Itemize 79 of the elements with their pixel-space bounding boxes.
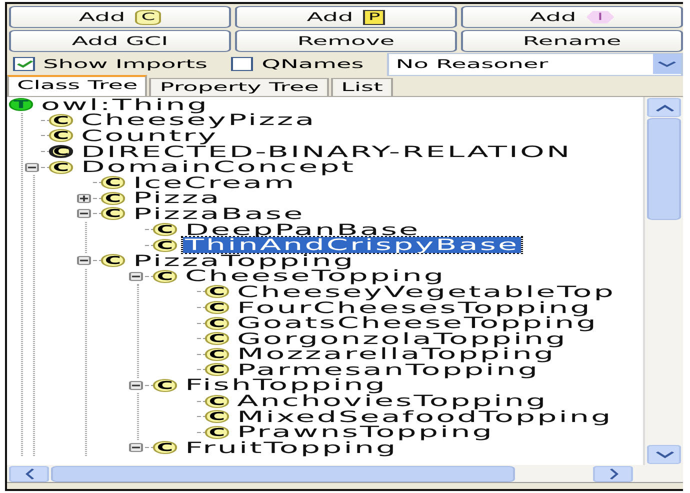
tab[interactable]: Class Tree	[7, 75, 148, 96]
tree-item[interactable]: AnchoviesTopping	[235, 393, 550, 410]
toolbar-button[interactable]: Remove	[235, 30, 457, 52]
class-icon: C	[153, 441, 177, 454]
class-icon: C	[205, 285, 229, 298]
class-icon: C	[153, 378, 177, 392]
tree-item[interactable]: MozzarellaTopping	[235, 346, 558, 362]
tree-item[interactable]: GoatsCheeseTopping	[235, 315, 600, 332]
class-icon: C	[205, 332, 229, 346]
tree-item[interactable]: PizzaTopping	[131, 252, 358, 269]
class-icon: C	[49, 114, 73, 127]
thing-icon: T	[9, 98, 33, 112]
toolbar-button[interactable]: Add GCI	[9, 30, 231, 52]
tree-item[interactable]: CheeseyPizza	[79, 112, 318, 128]
tree-item[interactable]: PrawnsTopping	[235, 424, 496, 440]
collapse-icon[interactable]	[129, 443, 143, 452]
collapse-icon[interactable]	[77, 209, 91, 218]
tree-item[interactable]: FishTopping	[183, 377, 389, 394]
class-icon: C	[205, 410, 229, 424]
tree-item[interactable]: PizzaBase	[131, 206, 307, 222]
collapse-icon[interactable]	[25, 162, 39, 172]
checkmark-icon	[16, 60, 32, 68]
tree-item[interactable]: GorgonzolaTopping	[235, 330, 570, 347]
tree-item[interactable]: DeepPanBase	[183, 222, 422, 238]
class-icon: C	[205, 316, 229, 330]
class-icon: C	[205, 426, 229, 439]
tab[interactable]: Property Tree	[150, 78, 329, 96]
scroll-down-button[interactable]	[647, 445, 681, 464]
collapse-icon[interactable]	[129, 380, 143, 390]
tree-item[interactable]: owl:Thing	[39, 97, 211, 113]
collapse-icon[interactable]	[77, 256, 91, 266]
tree-item[interactable]: ThinAndCrispyBase	[183, 237, 522, 254]
tree-item[interactable]: Pizza	[131, 190, 224, 206]
class-icon: C	[153, 223, 177, 236]
class-icon: C	[205, 348, 229, 361]
toolbar-button[interactable]: Add I	[461, 6, 683, 28]
checkbox-label: QNames	[262, 57, 364, 71]
scroll-left-button[interactable]	[9, 466, 49, 482]
tab[interactable]: List	[330, 78, 393, 96]
class-icon: C	[49, 129, 73, 142]
tree-item[interactable]: DIRECTED-BINARY-RELATION	[79, 144, 574, 160]
class-icon: C	[49, 160, 73, 174]
tree-item[interactable]: ParmesanTopping	[235, 362, 542, 378]
scrollbar-thumb[interactable]	[647, 118, 681, 220]
tree-item[interactable]: FourCheesesTopping	[235, 300, 594, 316]
chevron-right-icon	[608, 468, 618, 480]
chevron-left-icon	[24, 468, 34, 480]
tree-item[interactable]: MixedSeafoodTopping	[235, 408, 615, 425]
collapse-icon[interactable]	[129, 272, 143, 281]
toolbar-button[interactable]: Rename	[461, 30, 683, 52]
reasoner-dropdown[interactable]: No Reasoner	[388, 52, 683, 76]
checkbox-label: Show Imports	[43, 57, 208, 71]
toolbar-button[interactable]: Add P	[235, 6, 457, 28]
toolbar-button[interactable]: Add C	[9, 6, 231, 28]
scroll-right-button[interactable]	[593, 466, 633, 482]
expand-icon[interactable]	[77, 194, 91, 203]
class-icon: C	[101, 207, 125, 220]
scrollbar-thumb[interactable]	[51, 466, 515, 482]
tree-item[interactable]: IceCream	[131, 174, 298, 191]
checkbox[interactable]	[13, 57, 35, 71]
class-icon: C	[101, 254, 125, 268]
tree-item[interactable]: CheeseyVegetableTop	[235, 284, 618, 300]
class-icon: C	[101, 192, 125, 205]
tree-item[interactable]: DomainConcept	[79, 159, 358, 176]
tree-item[interactable]: FruitTopping	[183, 440, 400, 456]
class-icon: C	[101, 176, 125, 190]
class-icon: C	[153, 270, 177, 283]
tree-item[interactable]: CheeseTopping	[183, 268, 448, 284]
checkbox[interactable]	[232, 57, 254, 71]
class-icon: C	[205, 363, 229, 376]
class-icon: C	[205, 301, 229, 314]
chevron-down-icon	[654, 450, 674, 458]
chevron-down-icon[interactable]	[653, 54, 681, 74]
class-icon: C	[49, 145, 73, 158]
class-icon: C	[153, 238, 177, 252]
tree-item[interactable]: Country	[79, 128, 220, 144]
chevron-up-icon	[654, 104, 674, 112]
class-icon: C	[205, 394, 229, 408]
scroll-up-button[interactable]	[647, 98, 681, 117]
